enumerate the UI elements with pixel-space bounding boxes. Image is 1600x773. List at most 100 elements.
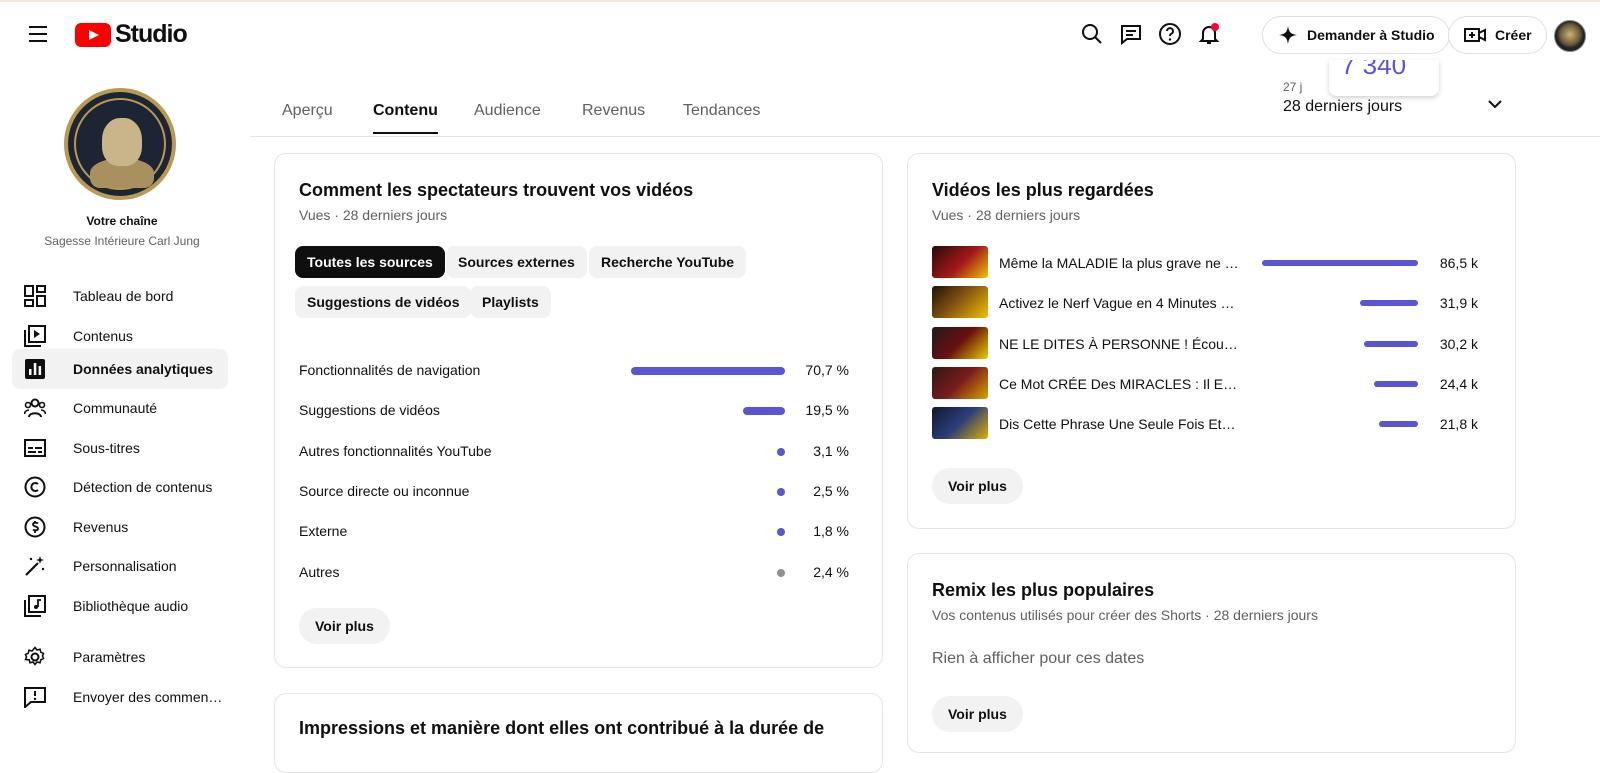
see-more-button[interactable]: Voir plus	[299, 608, 390, 644]
video-views-value: 30,2 k	[1439, 335, 1478, 352]
card-subtitle: Vues · 28 derniers jours	[932, 207, 1081, 223]
top-video-row[interactable]: Dis Cette Phrase Une Seule Fois Et L'… 21…	[932, 407, 1478, 441]
sparkle-icon	[1278, 25, 1298, 45]
channel-avatar[interactable]	[64, 88, 176, 200]
card-subtitle: Vues · 28 derniers jours	[299, 207, 448, 223]
tab-trends[interactable]: Tendances	[683, 102, 760, 132]
video-title[interactable]: Dis Cette Phrase Une Seule Fois Et L'…	[999, 416, 1239, 432]
ask-studio-button[interactable]: Demander à Studio	[1262, 16, 1450, 54]
top-videos-card: Vidéos les plus regardées Vues · 28 dern…	[907, 153, 1516, 529]
traffic-source-row[interactable]: Fonctionnalités de navigation 70,7 %	[299, 360, 849, 380]
top-bar: Studio Demander à Studio Créer	[0, 2, 1600, 64]
video-title[interactable]: NE LE DITES À PERSONNE ! Écoutez …	[999, 336, 1239, 352]
analytics-icon	[24, 358, 46, 380]
top-video-row[interactable]: NE LE DITES À PERSONNE ! Écoutez … 30,2 k	[932, 326, 1478, 361]
dashboard-icon	[24, 285, 46, 307]
chevron-down-icon[interactable]	[1483, 92, 1507, 116]
traffic-source-row[interactable]: Autres fonctionnalités YouTube 3,1 %	[299, 441, 849, 461]
traffic-source-label: Source directe ou inconnue	[299, 482, 470, 499]
video-thumbnail[interactable]	[932, 246, 988, 278]
date-range-selector[interactable]: 27 j 28 derniers jours 7 340	[1283, 60, 1503, 120]
video-thumbnail[interactable]	[932, 326, 988, 359]
traffic-sources-card: Comment les spectateurs trouvent vos vid…	[274, 153, 883, 668]
date-range-label: 28 derniers jours	[1283, 98, 1403, 115]
chip-playlists[interactable]: Playlists	[470, 286, 551, 318]
views-tooltip: 7 340	[1329, 60, 1439, 96]
video-title[interactable]: Même la MALADIE la plus grave ne ré…	[999, 255, 1239, 271]
video-title[interactable]: Activez le Nerf Vague en 4 Minutes et…	[999, 295, 1239, 311]
notifications-icon[interactable]	[1195, 20, 1223, 48]
see-more-button[interactable]: Voir plus	[932, 468, 1023, 504]
top-video-row[interactable]: Activez le Nerf Vague en 4 Minutes et… 31…	[932, 286, 1478, 320]
sidebar-item-settings[interactable]: Paramètres	[12, 637, 228, 677]
menu-icon[interactable]	[22, 18, 54, 50]
sidebar-item-feedback[interactable]: Envoyer des commen…	[12, 677, 228, 717]
video-thumbnail[interactable]	[932, 407, 988, 440]
audio-library-icon	[24, 595, 46, 617]
traffic-source-bar	[777, 447, 785, 456]
top-video-row[interactable]: Même la MALADIE la plus grave ne ré… 86,5…	[932, 246, 1478, 280]
top-video-row[interactable]: Ce Mot CRÉE Des MIRACLES : Il Est L… 24,4…	[932, 366, 1478, 401]
chip-external-sources[interactable]: Sources externes	[446, 246, 587, 278]
subtitles-icon	[24, 437, 46, 459]
account-avatar[interactable]	[1554, 20, 1586, 52]
video-title[interactable]: Ce Mot CRÉE Des MIRACLES : Il Est L…	[999, 376, 1239, 392]
traffic-source-value: 70,7 %	[805, 362, 849, 378]
sidebar-item-revenue[interactable]: Revenus	[12, 507, 228, 547]
settings-icon	[24, 646, 46, 668]
sidebar-item-dashboard[interactable]: Tableau de bord	[12, 276, 228, 316]
traffic-source-value: 2,4 %	[813, 563, 849, 580]
tab-content[interactable]: Contenu	[373, 102, 438, 134]
card-title: Remix les plus populaires	[932, 580, 1155, 600]
traffic-source-label: Externe	[299, 523, 348, 540]
sidebar-item-content-detection[interactable]: Détection de contenus	[12, 467, 228, 507]
traffic-source-row[interactable]: Source directe ou inconnue 2,5 %	[299, 481, 849, 501]
sidebar-item-customization[interactable]: Personnalisation	[12, 546, 228, 586]
traffic-source-row[interactable]: Suggestions de vidéos 19,5 %	[299, 400, 849, 420]
video-views-value: 24,4 k	[1439, 375, 1478, 392]
video-views-value: 86,5 k	[1439, 255, 1478, 271]
date-range-short: 27 j	[1283, 80, 1303, 94]
tab-revenue[interactable]: Revenus	[582, 102, 645, 132]
revenue-icon	[24, 516, 46, 538]
video-views-bar	[1360, 300, 1418, 307]
create-video-icon	[1464, 28, 1486, 42]
content-icon	[24, 325, 46, 347]
impressions-card: Impressions et manière dont elles ont co…	[274, 693, 883, 773]
traffic-source-bar	[777, 487, 785, 496]
traffic-source-label: Fonctionnalités de navigation	[299, 362, 481, 378]
video-views-bar	[1363, 340, 1418, 347]
create-button[interactable]: Créer	[1448, 16, 1547, 54]
chip-suggested-videos[interactable]: Suggestions de vidéos	[295, 286, 472, 318]
video-views-value: 21,8 k	[1439, 416, 1478, 433]
card-title: Impressions et manière dont elles ont co…	[299, 718, 825, 738]
comments-icon[interactable]	[1117, 20, 1145, 48]
video-thumbnail[interactable]	[932, 366, 988, 399]
studio-logo[interactable]: Studio	[75, 20, 188, 49]
search-icon[interactable]	[1078, 20, 1106, 48]
video-views-bar	[1378, 421, 1418, 428]
sidebar-item-analytics[interactable]: Données analytiques	[12, 349, 228, 389]
traffic-source-bar	[777, 528, 785, 537]
traffic-source-value: 1,8 %	[813, 523, 849, 540]
traffic-source-row[interactable]: Autres 2,4 %	[299, 562, 849, 582]
traffic-source-row[interactable]: Externe 1,8 %	[299, 521, 849, 541]
feedback-icon	[24, 686, 46, 708]
youtube-play-icon	[75, 22, 111, 47]
see-more-button[interactable]: Voir plus	[932, 696, 1023, 732]
channel-name: Sagesse Intérieure Carl Jung	[44, 234, 200, 248]
tab-overview[interactable]: Aperçu	[282, 102, 333, 132]
card-title: Comment les spectateurs trouvent vos vid…	[299, 180, 694, 200]
community-icon	[24, 397, 46, 419]
channel-label: Votre chaîne	[86, 214, 158, 228]
help-icon[interactable]	[1156, 20, 1184, 48]
video-views-value: 31,9 k	[1439, 295, 1478, 312]
tab-audience[interactable]: Audience	[474, 102, 541, 132]
video-views-bar	[1262, 260, 1418, 266]
chip-all-sources[interactable]: Toutes les sources	[295, 246, 445, 278]
chip-youtube-search[interactable]: Recherche YouTube	[589, 246, 747, 278]
sidebar-item-subtitles[interactable]: Sous-titres	[12, 428, 228, 468]
sidebar-item-community[interactable]: Communauté	[12, 388, 228, 428]
sidebar-item-audio-library[interactable]: Bibliothèque audio	[12, 586, 228, 626]
video-thumbnail[interactable]	[932, 286, 988, 319]
